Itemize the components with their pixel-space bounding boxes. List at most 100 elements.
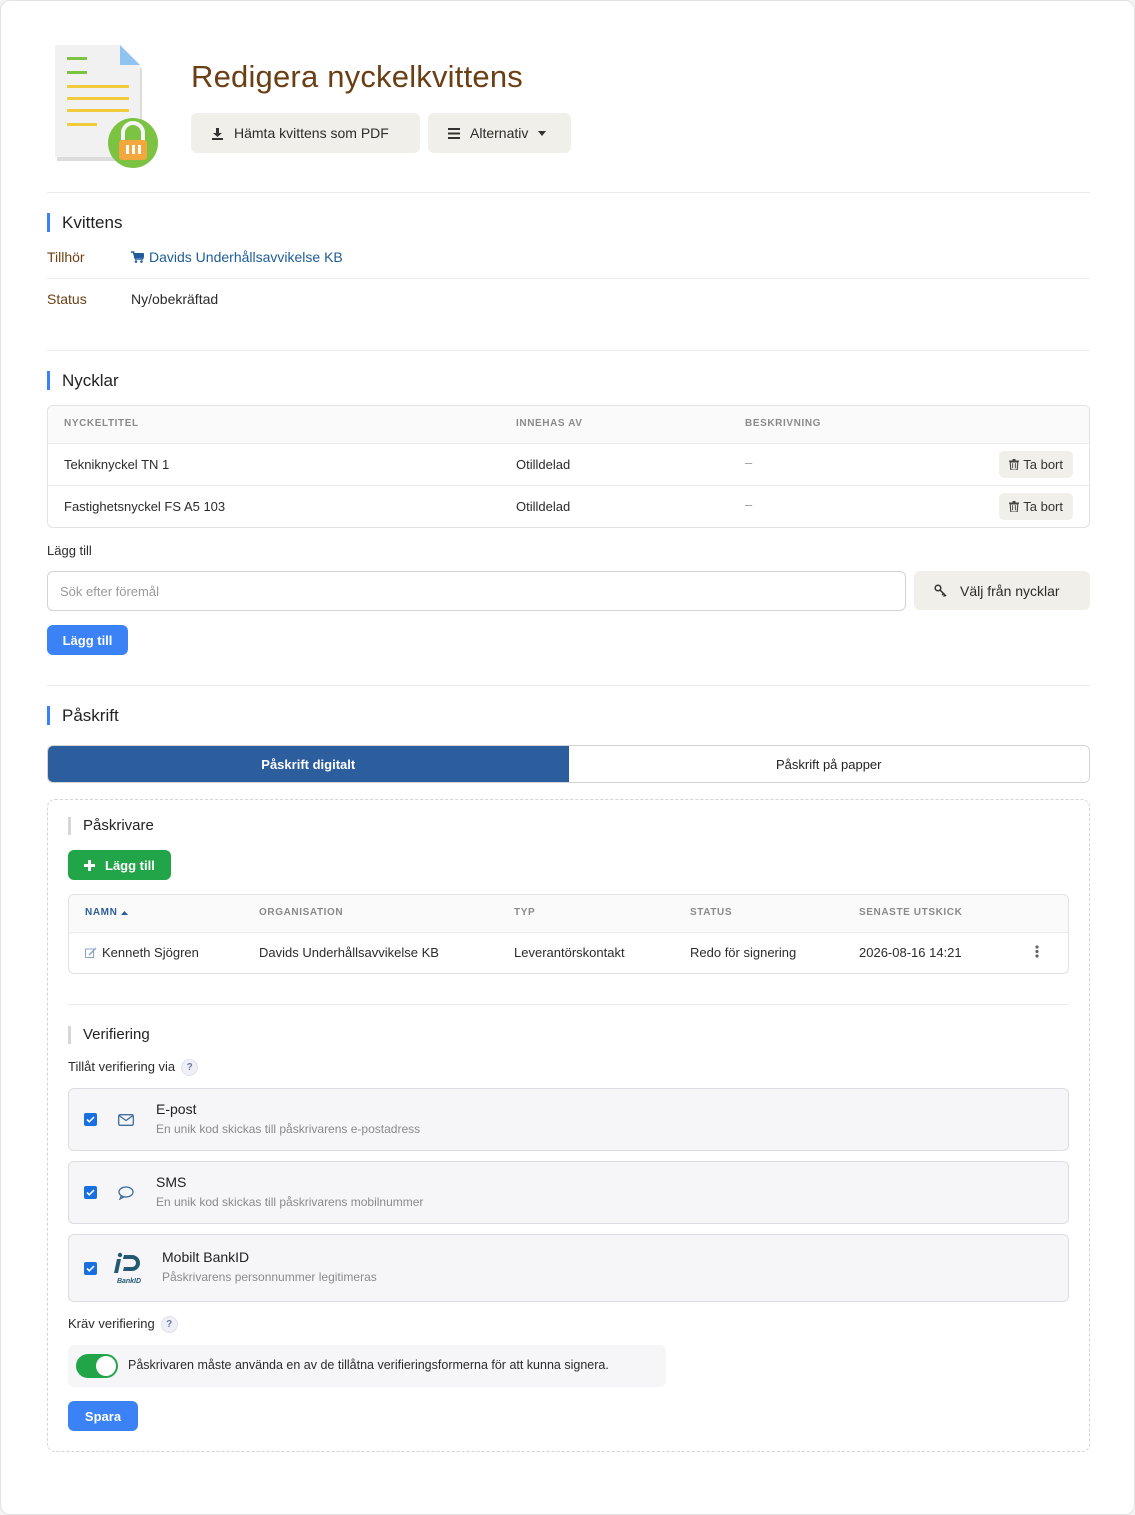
sms-option-title: SMS	[156, 1174, 187, 1190]
require-verification-box: Påskrivaren måste använda en av de tillå…	[68, 1345, 666, 1387]
svg-text:BankID: BankID	[117, 1278, 141, 1285]
key-title: Tekniknyckel TN 1	[64, 457, 170, 472]
section-title-keys: Nycklar	[47, 371, 119, 390]
bankid-option-description: Påskrivarens personnummer legitimeras	[162, 1270, 377, 1284]
email-option-description: En unik kod skickas till påskrivarens e-…	[156, 1122, 421, 1136]
key-holder: Otilldelad	[516, 457, 571, 472]
require-verification-label: Kräv verifiering	[68, 1316, 155, 1331]
bankid-logo: BankID	[114, 1252, 141, 1285]
help-icon[interactable]: ?	[160, 1316, 178, 1334]
help-icon[interactable]: ?	[181, 1059, 199, 1077]
options-label: Alternativ	[470, 125, 529, 141]
chat-bubble-icon	[118, 1186, 134, 1200]
sms-option-description: En unik kod skickas till påskrivarens mo…	[156, 1195, 424, 1209]
toggle-knob	[96, 1356, 116, 1376]
signer-name: Kenneth Sjögren	[102, 945, 199, 960]
add-signer-button[interactable]: Lägg till	[68, 850, 171, 880]
signature-mode-tabs: Påskrift digitalt Påskrift på papper	[47, 745, 1090, 783]
key-icon	[934, 583, 947, 597]
signer-type: Leverantörskontakt	[514, 945, 625, 960]
divider	[68, 1004, 1069, 1005]
plus-icon	[84, 859, 95, 871]
section-title-receipt: Kvittens	[47, 213, 122, 232]
column-header: ORGANISATION	[259, 907, 344, 918]
email-option-title: E-post	[156, 1101, 197, 1117]
add-key-label: Lägg till	[47, 543, 92, 558]
add-key-button[interactable]: Lägg till	[47, 625, 128, 655]
column-header: INNEHAS AV	[516, 418, 583, 429]
signer-status: Redo för signering	[690, 945, 797, 960]
caret-down-icon	[538, 130, 547, 136]
verification-option-sms[interactable]: SMS En unik kod skickas till påskrivaren…	[68, 1161, 1069, 1224]
signer-organisation: Davids Underhållsavvikelse KB	[259, 945, 439, 960]
divider	[47, 350, 1090, 351]
check-icon	[86, 1116, 95, 1123]
allow-verification-label: Tillåt verifiering via	[68, 1059, 176, 1074]
key-search-input[interactable]	[47, 571, 906, 611]
remove-key-button[interactable]: Ta bort	[999, 451, 1073, 478]
bankid-checkbox[interactable]	[84, 1262, 97, 1275]
envelope-icon	[118, 1114, 134, 1126]
tab-digital-signature[interactable]: Påskrift digitalt	[48, 746, 569, 782]
download-icon	[212, 127, 223, 140]
column-header: NYCKELTITEL	[64, 418, 139, 429]
divider	[47, 192, 1090, 193]
signers-table: NAMN ORGANISATION TYP STATUS SENASTE UTS…	[68, 894, 1069, 974]
page: Redigera nyckelkvittens Hämta kvittens s…	[0, 0, 1135, 1515]
belongs-value: Davids Underhållsavvikelse KB	[149, 249, 343, 265]
column-header: STATUS	[690, 907, 733, 918]
add-signer-label: Lägg till	[105, 857, 155, 873]
document-lock-icon	[55, 45, 158, 168]
check-icon	[86, 1265, 95, 1272]
divider	[69, 932, 1068, 933]
verification-option-email[interactable]: E-post En unik kod skickas till påskriva…	[68, 1088, 1069, 1151]
sort-asc-icon	[121, 910, 129, 915]
download-pdf-button[interactable]: Hämta kvittens som PDF	[191, 113, 420, 153]
status-value: Ny/obekräftad	[131, 291, 219, 307]
column-header-name[interactable]: NAMN	[85, 907, 129, 918]
require-verification-text: Påskrivaren måste använda en av de tillå…	[128, 1358, 609, 1372]
require-verification-row: Kräv verifiering?	[68, 1316, 178, 1334]
tab-paper-signature[interactable]: Påskrift på papper	[568, 746, 1089, 782]
column-header: NAMN	[85, 907, 118, 918]
column-header: TYP	[514, 907, 536, 918]
allow-verification-row: Tillåt verifiering via?	[68, 1059, 199, 1077]
key-description: –	[745, 455, 753, 470]
signers-title: Påskrivare	[68, 817, 154, 835]
options-dropdown-button[interactable]: Alternativ	[428, 113, 571, 153]
remove-key-button[interactable]: Ta bort	[999, 493, 1073, 520]
status-label: Status	[47, 291, 87, 307]
edit-icon	[85, 947, 97, 958]
key-title: Fastighetsnyckel FS A5 103	[64, 499, 226, 514]
divider	[48, 485, 1089, 486]
choose-from-keys-button[interactable]: Välj från nycklar	[914, 571, 1090, 610]
key-description: –	[745, 497, 753, 512]
cart-icon	[131, 251, 144, 263]
column-header: SENASTE UTSKICK	[859, 907, 963, 918]
check-icon	[86, 1189, 95, 1196]
divider	[47, 278, 1090, 279]
require-verification-toggle[interactable]	[76, 1354, 118, 1378]
choose-from-keys-label: Välj från nycklar	[960, 582, 1060, 599]
belongs-link[interactable]: Davids Underhållsavvikelse KB	[131, 249, 343, 265]
remove-key-label: Ta bort	[1023, 457, 1063, 472]
remove-key-label: Ta bort	[1023, 499, 1063, 514]
sms-checkbox[interactable]	[84, 1186, 97, 1199]
column-header: BESKRIVNING	[745, 418, 822, 429]
signer-name-link[interactable]: Kenneth Sjögren	[85, 945, 199, 960]
save-button[interactable]: Spara	[68, 1401, 138, 1431]
verification-option-bankid[interactable]: BankID Mobilt BankID Påskrivarens person…	[68, 1234, 1069, 1302]
menu-icon	[448, 127, 460, 139]
trash-icon	[1009, 501, 1020, 512]
page-title: Redigera nyckelkvittens	[191, 59, 523, 94]
section-title-signature: Påskrift	[47, 706, 119, 725]
belongs-label: Tillhör	[47, 249, 85, 265]
divider	[47, 685, 1090, 686]
signer-last-sent: 2026-08-16 14:21	[859, 945, 962, 960]
trash-icon	[1009, 459, 1020, 470]
email-checkbox[interactable]	[84, 1113, 97, 1126]
download-pdf-label: Hämta kvittens som PDF	[234, 125, 389, 141]
keys-table: NYCKELTITEL INNEHAS AV BESKRIVNING Tekni…	[47, 405, 1090, 528]
bankid-option-title: Mobilt BankID	[162, 1249, 250, 1265]
more-vertical-icon[interactable]	[1035, 945, 1039, 958]
